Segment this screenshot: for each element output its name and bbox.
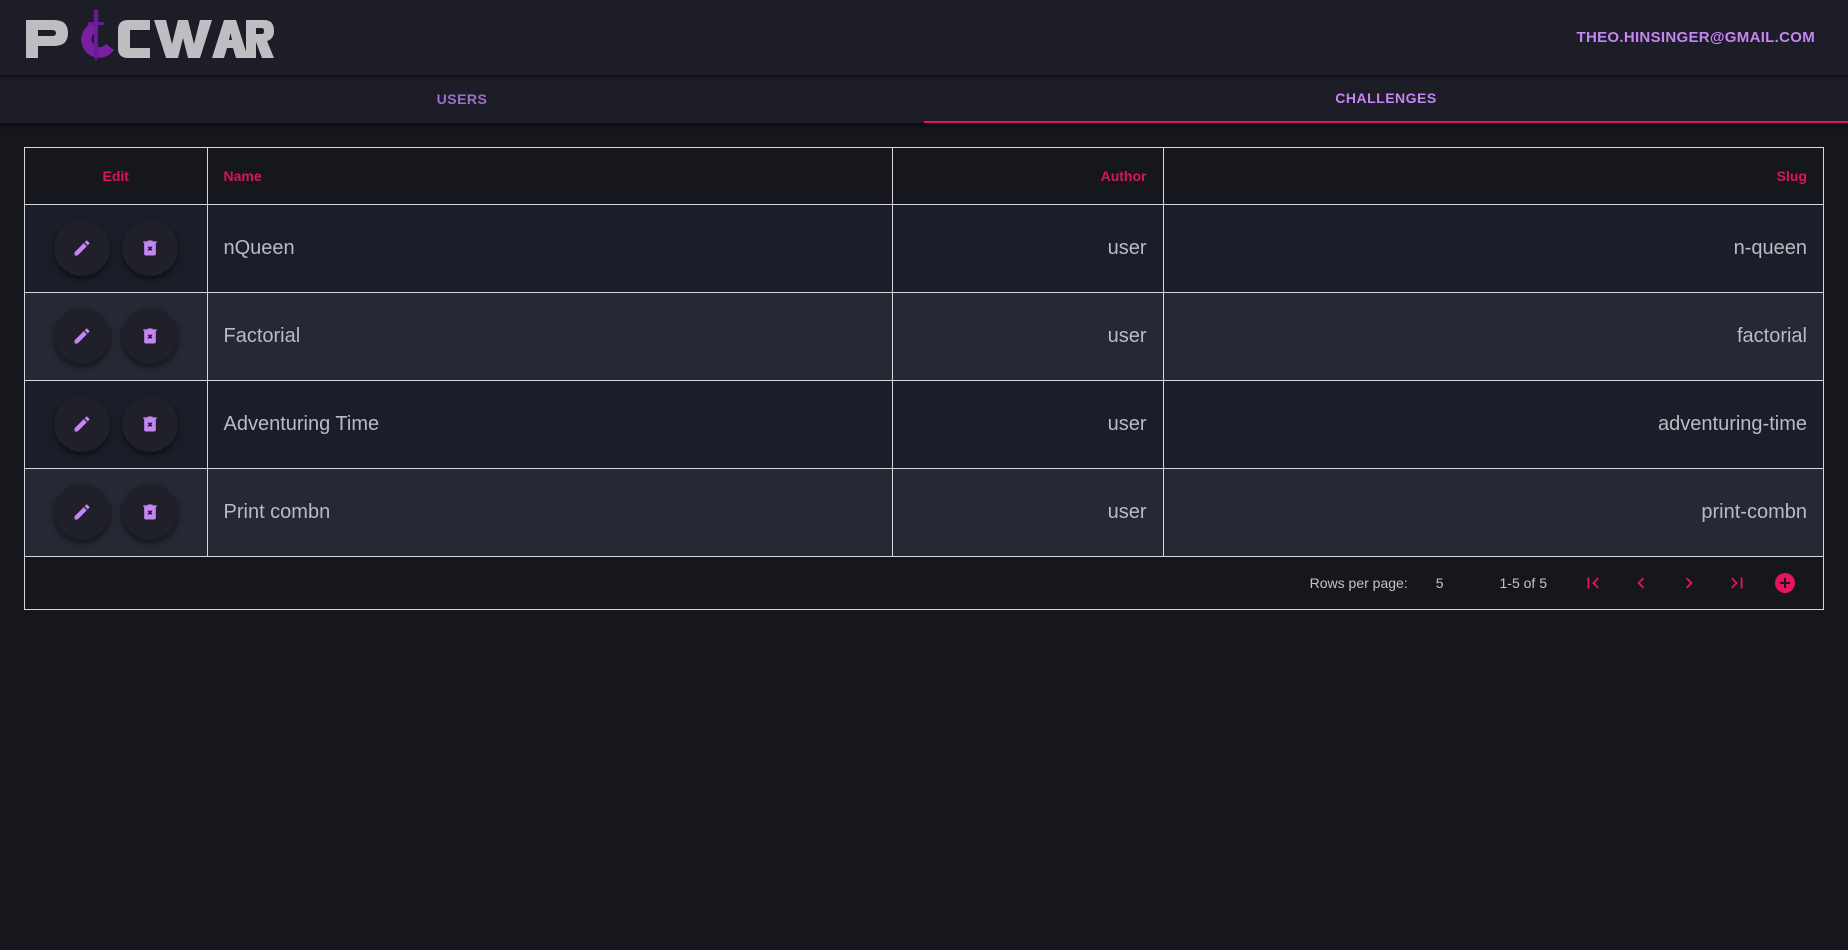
- top-app-bar: THEO.HINSINGER@GMAIL.COM: [0, 0, 1848, 75]
- edit-button[interactable]: [53, 220, 110, 276]
- cell-name: Factorial: [207, 292, 893, 381]
- trash-icon: [143, 504, 157, 520]
- table-row: Adventuring Time user adventuring-time: [25, 380, 1823, 469]
- trash-icon: [143, 328, 157, 344]
- table-row: nQueen user n-queen: [25, 204, 1823, 293]
- cell-slug: print-combn: [1163, 468, 1823, 557]
- pencil-icon: [74, 504, 90, 520]
- column-header-slug[interactable]: Slug: [1163, 148, 1823, 205]
- delete-button[interactable]: [121, 220, 178, 276]
- edit-button[interactable]: [53, 396, 110, 452]
- row-actions: [25, 292, 208, 381]
- delete-button[interactable]: [121, 484, 178, 540]
- trash-icon: [143, 416, 157, 432]
- row-actions: [25, 468, 208, 557]
- rows-per-page-select[interactable]: 5: [1436, 575, 1464, 591]
- cell-slug: factorial: [1163, 292, 1823, 381]
- row-actions: [25, 204, 208, 293]
- pencil-icon: [74, 240, 90, 256]
- edit-button[interactable]: [53, 308, 110, 364]
- cell-slug: adventuring-time: [1163, 380, 1823, 469]
- cell-author: user: [892, 380, 1164, 469]
- column-header-author[interactable]: Author: [892, 148, 1164, 205]
- delete-button[interactable]: [121, 308, 178, 364]
- tab-users[interactable]: USERS: [0, 75, 924, 123]
- column-header-edit: Edit: [25, 148, 208, 205]
- cell-author: user: [892, 292, 1164, 381]
- trash-icon: [143, 240, 157, 256]
- chevron-left-icon: [1637, 577, 1645, 588]
- table-header-row: Edit Name Author Slug: [25, 148, 1823, 205]
- cell-author: user: [892, 204, 1164, 293]
- main-content: Edit Name Author Slug nQueen user n-quee…: [0, 123, 1848, 610]
- edit-button[interactable]: [53, 484, 110, 540]
- table-row: Factorial user factorial: [25, 292, 1823, 381]
- tab-challenges[interactable]: CHALLENGES: [924, 75, 1848, 123]
- pencil-icon: [74, 328, 90, 344]
- rows-per-page-value: 5: [1435, 574, 1444, 591]
- tab-bar: USERS CHALLENGES: [0, 75, 1848, 123]
- chevron-right-icon: [1685, 577, 1693, 588]
- cell-name: Adventuring Time: [207, 380, 893, 469]
- rows-per-page-label: Rows per page:: [1309, 574, 1408, 591]
- row-actions: [25, 380, 208, 469]
- column-header-name[interactable]: Name: [207, 148, 893, 205]
- cell-name: Print combn: [207, 468, 893, 557]
- user-email[interactable]: THEO.HINSINGER@GMAIL.COM: [1577, 29, 1816, 46]
- next-page-button[interactable]: [1665, 559, 1713, 607]
- last-page-icon: [1731, 577, 1743, 588]
- pagination-range: 1-5 of 5: [1499, 574, 1547, 591]
- delete-button[interactable]: [121, 396, 178, 452]
- first-page-icon: [1587, 577, 1599, 588]
- cell-author: user: [892, 468, 1164, 557]
- challenges-table: Edit Name Author Slug nQueen user n-quee…: [24, 147, 1824, 610]
- table-pagination: Rows per page: 5 1-5 of 5: [25, 557, 1823, 609]
- cell-name: nQueen: [207, 204, 893, 293]
- pencil-icon: [74, 416, 90, 432]
- table-row: Print combn user print-combn: [25, 468, 1823, 557]
- add-challenge-button[interactable]: [1761, 559, 1809, 607]
- last-page-button[interactable]: [1713, 559, 1761, 607]
- add-circle-icon: [1775, 572, 1795, 593]
- cell-slug: n-queen: [1163, 204, 1823, 293]
- first-page-button[interactable]: [1569, 559, 1617, 607]
- previous-page-button[interactable]: [1617, 559, 1665, 607]
- pocwar-logo[interactable]: [24, 0, 274, 75]
- logo-graphic: [26, 9, 274, 62]
- caret-down-icon: [1453, 581, 1460, 585]
